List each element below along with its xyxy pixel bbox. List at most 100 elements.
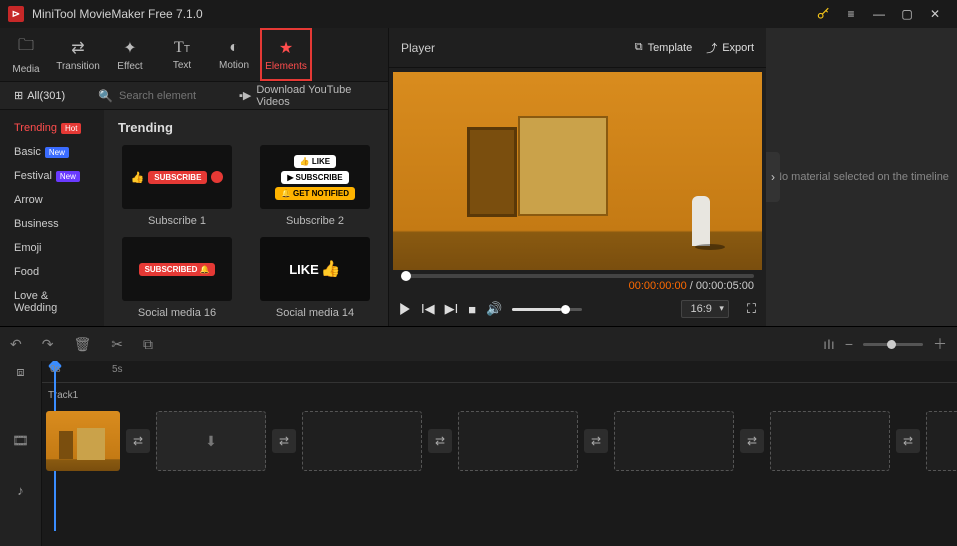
- audio-track[interactable]: [42, 475, 957, 505]
- crop-button[interactable]: ⧉: [143, 336, 153, 353]
- zoom-knob[interactable]: [887, 340, 896, 349]
- empty-clip-slot[interactable]: [614, 411, 734, 471]
- minimize-button[interactable]: —: [865, 0, 893, 28]
- empty-clip-slot[interactable]: [770, 411, 890, 471]
- element-thumbnail: SUBSCRIBED 🔔: [122, 237, 232, 301]
- empty-clip-slot[interactable]: [926, 411, 957, 471]
- sidebar-all-item[interactable]: ⊞ All(301): [0, 89, 98, 102]
- sidebar-item-basic[interactable]: Basic New: [0, 140, 104, 164]
- transition-icon: ⇄: [71, 38, 84, 58]
- tab-media[interactable]: 🗀 Media: [0, 28, 52, 81]
- star-icon: ★: [279, 38, 293, 58]
- seek-handle[interactable]: [401, 271, 411, 281]
- empty-clip-slot[interactable]: ⬇: [156, 411, 266, 471]
- download-videos-link[interactable]: ▪▶ Download YouTube Videos: [239, 84, 388, 108]
- zoom-slider[interactable]: [863, 343, 923, 346]
- video-track[interactable]: ⇄ ⬇ ⇄ ⇄ ⇄ ⇄ ⇄ ⇄: [42, 407, 957, 475]
- tab-text[interactable]: TT Text: [156, 28, 208, 81]
- grid-icon: ⊞: [14, 89, 23, 102]
- audio-track-icon: ♪: [0, 475, 41, 505]
- template-icon: ⧉: [635, 41, 643, 54]
- volume-icon[interactable]: 🔊: [486, 301, 502, 317]
- tab-transition[interactable]: ⇄ Transition: [52, 28, 104, 81]
- close-button[interactable]: ✕: [921, 0, 949, 28]
- search-input[interactable]: [119, 90, 239, 102]
- fullscreen-button[interactable]: ⛶: [747, 301, 756, 317]
- element-card-subscribe-1[interactable]: 👍 SUBSCRIBE Subscribe 1: [118, 145, 236, 227]
- empty-clip-slot[interactable]: [302, 411, 422, 471]
- element-card-social-16[interactable]: SUBSCRIBED 🔔 Social media 16: [118, 237, 236, 319]
- key-icon[interactable]: [809, 0, 837, 28]
- volume-slider[interactable]: [512, 308, 582, 311]
- sidebar-item-festival[interactable]: Festival New: [0, 164, 104, 188]
- template-label: Template: [648, 42, 693, 54]
- player-title: Player: [401, 41, 435, 55]
- categories-sidebar: Trending Hot Basic New Festival New Arro…: [0, 110, 104, 326]
- tab-motion[interactable]: ◐ Motion: [208, 28, 260, 81]
- transition-slot[interactable]: ⇄: [428, 429, 452, 453]
- tab-label: Media: [12, 64, 39, 75]
- like-pill: 👍 LIKE: [294, 155, 336, 168]
- redo-button[interactable]: ↷: [42, 336, 54, 353]
- sidebar-item-label: Festival: [14, 170, 52, 182]
- card-label: Subscribe 2: [286, 215, 344, 227]
- sidebar-item-arrow[interactable]: Arrow: [0, 188, 104, 212]
- sparkle-icon: ✦: [123, 38, 136, 58]
- ratio-value: 16:9: [690, 303, 711, 315]
- tab-effect[interactable]: ✦ Effect: [104, 28, 156, 81]
- element-thumbnail: 👍 SUBSCRIBE: [122, 145, 232, 209]
- element-card-social-14[interactable]: LIKE👍 Social media 14: [256, 237, 374, 319]
- maximize-button[interactable]: ▢: [893, 0, 921, 28]
- transition-slot[interactable]: ⇄: [740, 429, 764, 453]
- template-button[interactable]: ⧉ Template: [635, 41, 693, 54]
- search-icon: 🔍: [98, 89, 113, 103]
- fit-timeline-button[interactable]: ⧈: [0, 361, 41, 383]
- next-frame-button[interactable]: ▶I: [445, 301, 459, 317]
- text-icon: TT: [174, 39, 190, 57]
- aspect-ratio-select[interactable]: 16:9: [681, 300, 728, 318]
- app-title: MiniTool MovieMaker Free 7.1.0: [32, 7, 203, 21]
- menu-icon[interactable]: ≡: [837, 0, 865, 28]
- transition-slot[interactable]: ⇄: [272, 429, 296, 453]
- tab-elements[interactable]: ★ Elements: [260, 28, 312, 81]
- track-label: [0, 383, 41, 407]
- zoom-out-button[interactable]: −: [845, 336, 853, 352]
- split-button[interactable]: ✂: [111, 336, 123, 353]
- zoom-in-button[interactable]: ＋: [933, 334, 947, 354]
- seek-bar[interactable]: [401, 274, 754, 278]
- tab-label: Text: [173, 60, 191, 71]
- undo-button[interactable]: ↶: [10, 336, 22, 353]
- audio-toggle-icon[interactable]: ıIı: [823, 336, 835, 352]
- prev-frame-button[interactable]: I◀: [421, 301, 435, 317]
- sidebar-item-label: Trending: [14, 122, 57, 134]
- sidebar-item-business[interactable]: Business: [0, 212, 104, 236]
- transition-slot[interactable]: ⇄: [584, 429, 608, 453]
- time-ruler[interactable]: 0s 5s: [42, 361, 957, 383]
- transition-slot[interactable]: ⇄: [896, 429, 920, 453]
- expand-panel-button[interactable]: ›: [766, 152, 780, 202]
- app-logo-icon: ⊳: [8, 6, 24, 22]
- card-label: Social media 16: [138, 307, 216, 319]
- tab-label: Effect: [117, 61, 142, 72]
- empty-clip-slot[interactable]: [458, 411, 578, 471]
- sidebar-item-trending[interactable]: Trending Hot: [0, 116, 104, 140]
- sidebar-item-emoji[interactable]: Emoji: [0, 236, 104, 260]
- tab-label: Transition: [56, 61, 100, 72]
- time-display: 00:00:00:00 / 00:00:05:00: [389, 278, 766, 292]
- sidebar-item-mood[interactable]: Mood: [0, 320, 104, 326]
- notify-pill: 🔔 GET NOTIFIED: [275, 187, 355, 200]
- subscribe-pill: SUBSCRIBE: [148, 171, 207, 184]
- play-button[interactable]: [399, 303, 411, 315]
- no-selection-message: No material selected on the timeline: [774, 171, 949, 183]
- player-panel: Player ⧉ Template ⤴ Export: [388, 28, 766, 326]
- sidebar-item-label: Arrow: [14, 194, 43, 206]
- sidebar-item-food[interactable]: Food: [0, 260, 104, 284]
- transition-slot[interactable]: ⇄: [126, 429, 150, 453]
- video-clip[interactable]: [46, 411, 120, 471]
- export-button[interactable]: ⤴ Export: [706, 40, 754, 56]
- element-card-subscribe-2[interactable]: 👍 LIKE ▶ SUBSCRIBE 🔔 GET NOTIFIED Subscr…: [256, 145, 374, 227]
- delete-button[interactable]: 🗑: [73, 336, 91, 353]
- stop-button[interactable]: ■: [468, 302, 476, 317]
- sidebar-item-love-wedding[interactable]: Love & Wedding: [0, 284, 104, 320]
- volume-knob[interactable]: [561, 305, 570, 314]
